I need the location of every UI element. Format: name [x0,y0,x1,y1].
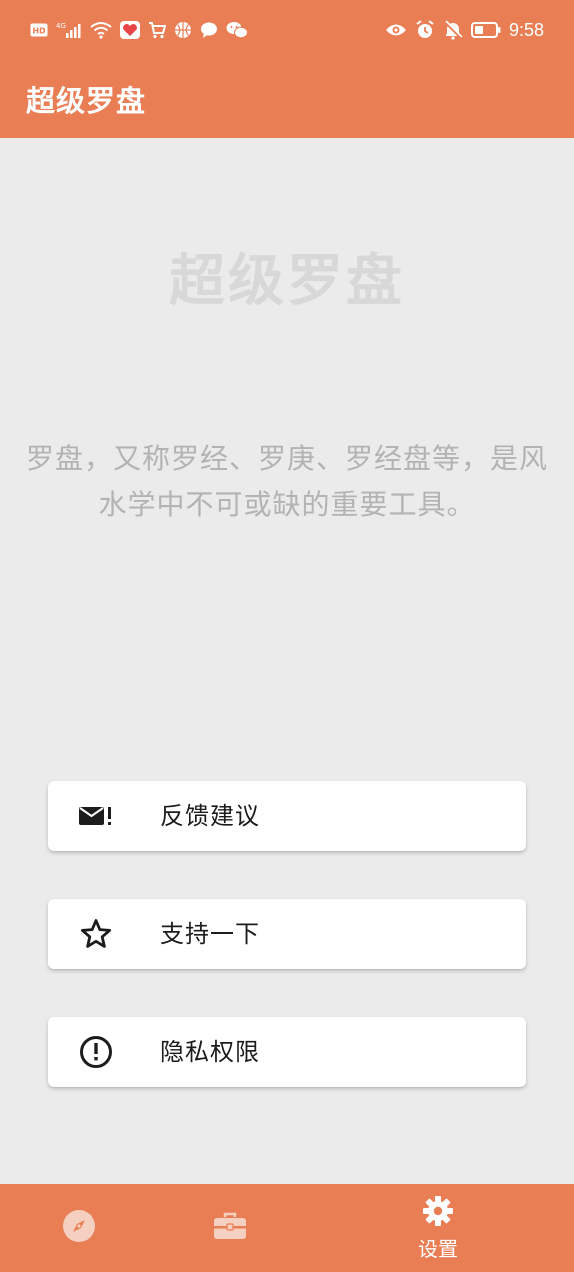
eye-icon [385,22,407,38]
feedback-button[interactable]: 反馈建议 [48,781,526,851]
mute-bell-icon [443,20,463,40]
privacy-button[interactable]: 隐私权限 [48,1017,526,1087]
svg-text:HD: HD [32,27,46,36]
signal-icon: 4G [56,21,82,39]
feedback-label: 反馈建议 [160,802,260,830]
app-title: 超级罗盘 [26,84,147,118]
compass-icon [62,1209,96,1247]
privacy-label: 隐私权限 [160,1038,260,1066]
clock-time: 9:58 [508,19,544,40]
shopping-cart-icon [148,21,166,39]
support-button[interactable]: 支持一下 [48,899,526,969]
status-left-icons: HD 4G [30,21,248,39]
nav-item-settings[interactable]: 设置 [383,1184,493,1272]
info-alert-icon [78,1034,114,1070]
wechat-icon [226,21,248,39]
signal-4g-label: 4G [56,22,66,30]
hd-icon: HD [30,23,48,37]
hero-description: 罗盘，又称罗经、罗庚、罗经盘等，是风水学中不可或缺的重要工具。 [26,442,549,521]
gear-icon [422,1195,454,1231]
status-bar: HD 4G 9:58 [0,0,574,60]
nav-label-settings: 设置 [418,1236,458,1261]
health-app-icon [120,21,140,39]
bottom-nav: 设置 [0,1184,574,1272]
battery-icon [470,22,501,38]
nav-item-compass[interactable] [24,1184,134,1272]
basketball-icon [174,21,192,39]
support-label: 支持一下 [160,920,260,948]
mail-alert-icon [78,798,114,834]
star-icon [78,916,114,952]
alarm-icon [415,20,435,40]
toolbox-icon [213,1211,247,1245]
wifi-icon [90,21,112,39]
chat-bubble-icon [200,21,218,39]
nav-item-toolbox[interactable] [175,1184,285,1272]
hero-title: 超级罗盘 [169,249,405,314]
status-right-icons: 9:58 [385,20,544,41]
app-bar: 超级罗盘 [0,60,574,138]
